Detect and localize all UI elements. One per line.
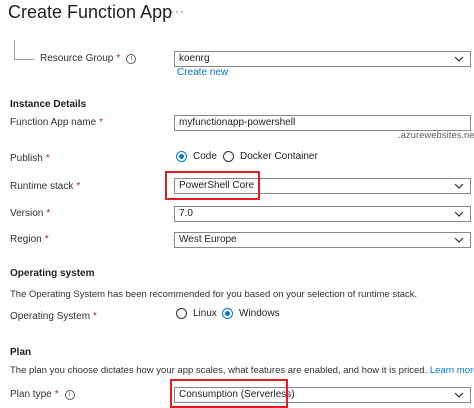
function-app-name-input[interactable]: myfunctionapp-powershell bbox=[174, 115, 471, 131]
resource-group-dropdown[interactable]: koenrg bbox=[174, 51, 471, 67]
create-new-link[interactable]: Create new bbox=[177, 67, 228, 78]
page-title: Create Function App bbox=[8, 2, 173, 22]
info-icon[interactable]: i bbox=[64, 390, 75, 400]
publish-code-label[interactable]: Code bbox=[193, 151, 217, 162]
learn-more-link[interactable]: Learn more bbox=[430, 365, 474, 376]
publish-label: Publish * bbox=[10, 153, 50, 164]
instance-details-heading: Instance Details bbox=[10, 99, 87, 110]
os-windows-radio[interactable] bbox=[222, 308, 233, 319]
info-icon[interactable]: i bbox=[126, 54, 137, 64]
chevron-down-icon bbox=[454, 207, 466, 221]
region-dropdown[interactable]: West Europe bbox=[174, 232, 471, 248]
os-linux-label[interactable]: Linux bbox=[193, 308, 217, 319]
required-mark: * bbox=[116, 53, 121, 64]
operating-system-description: The Operating System has been recommende… bbox=[10, 289, 418, 300]
required-mark: * bbox=[54, 389, 59, 400]
tree-connector-vertical bbox=[14, 40, 15, 59]
publish-code-radio[interactable] bbox=[176, 151, 187, 162]
plan-heading: Plan bbox=[10, 347, 32, 358]
publish-docker-radio[interactable] bbox=[223, 151, 234, 162]
runtime-stack-highlight bbox=[165, 171, 260, 200]
runtime-stack-label: Runtime stack * bbox=[10, 181, 81, 192]
plan-type-highlight bbox=[170, 379, 288, 408]
resource-group-label: Resource Group * i bbox=[40, 53, 137, 64]
domain-suffix: .azurewebsites.net bbox=[398, 130, 474, 141]
chevron-down-icon bbox=[454, 179, 466, 193]
version-dropdown[interactable]: 7.0 bbox=[174, 206, 471, 222]
os-linux-radio[interactable] bbox=[176, 308, 187, 319]
operating-system-label: Operating System * bbox=[10, 311, 97, 322]
required-mark: * bbox=[46, 208, 51, 219]
plan-type-label: Plan type * i bbox=[10, 389, 75, 400]
version-label: Version * bbox=[10, 208, 51, 219]
function-app-name-label: Function App name * bbox=[10, 117, 104, 128]
chevron-down-icon bbox=[454, 388, 466, 402]
tree-connector-horizontal bbox=[14, 59, 34, 60]
required-mark: * bbox=[93, 311, 97, 322]
required-mark: * bbox=[99, 117, 104, 128]
plan-description: The plan you choose dictates how your ap… bbox=[10, 365, 474, 376]
chevron-down-icon bbox=[454, 52, 466, 66]
required-mark: * bbox=[45, 153, 50, 164]
os-windows-label[interactable]: Windows bbox=[239, 308, 280, 319]
required-mark: * bbox=[76, 181, 81, 192]
chevron-down-icon bbox=[454, 233, 466, 247]
publish-docker-label[interactable]: Docker Container bbox=[240, 151, 318, 162]
operating-system-heading: Operating system bbox=[10, 268, 95, 279]
more-icon[interactable]: ··· bbox=[170, 4, 185, 18]
region-label: Region * bbox=[10, 234, 49, 245]
required-mark: * bbox=[44, 234, 49, 245]
